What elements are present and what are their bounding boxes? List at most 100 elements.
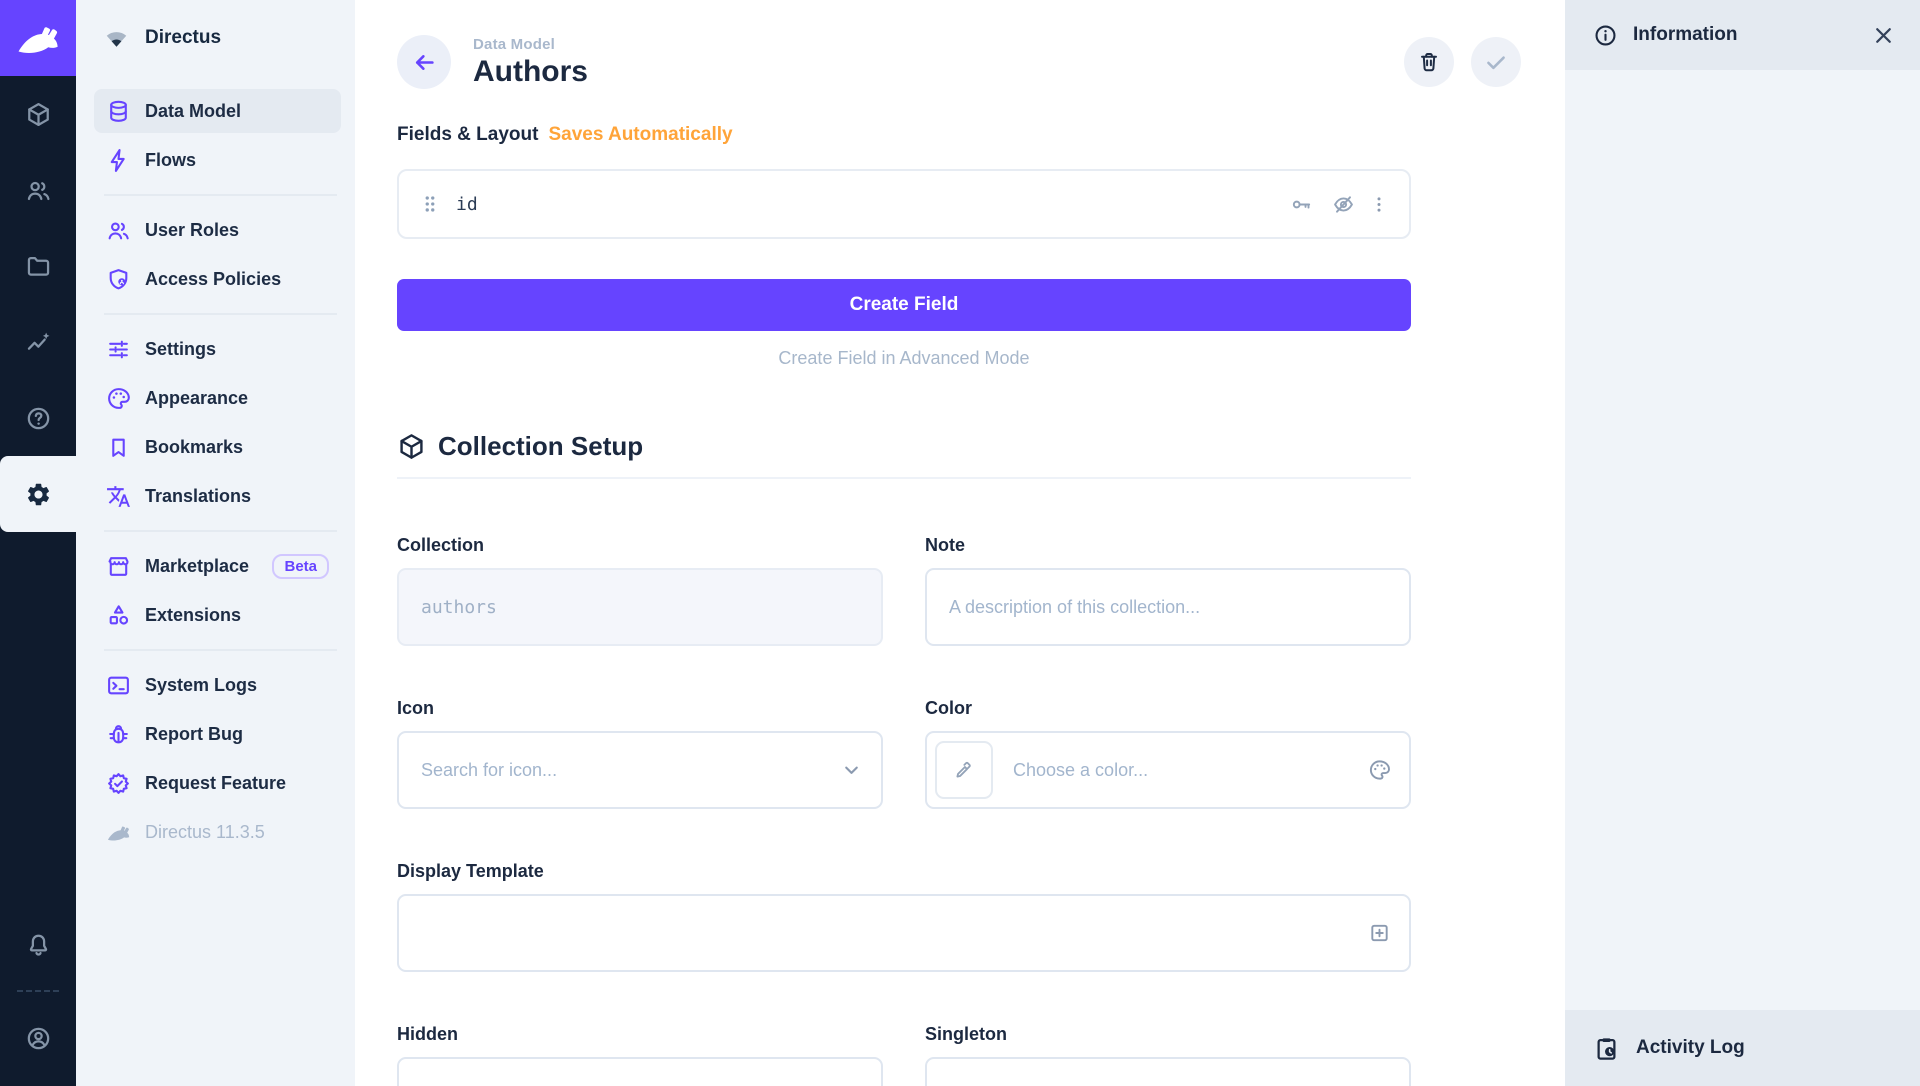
badge-check-icon [106, 771, 131, 796]
sidebar-item-label: Appearance [145, 388, 248, 409]
info-icon [1593, 23, 1618, 48]
collection-field: Collection [397, 535, 883, 646]
eye-off-icon[interactable] [1332, 193, 1355, 216]
sidebar-item-data-model[interactable]: Data Model [94, 89, 341, 133]
field-label: Color [925, 698, 1411, 719]
sidebar-item-access-policies[interactable]: Access Policies [94, 257, 341, 301]
sidebar-item-version[interactable]: Directus 11.3.5 [94, 810, 341, 854]
icon-field: Icon [397, 698, 883, 809]
icon-search-input[interactable] [397, 731, 883, 809]
sidebar-item-user-roles[interactable]: User Roles [94, 208, 341, 252]
sidebar-item-bookmarks[interactable]: Bookmarks [94, 425, 341, 469]
module-files[interactable] [0, 228, 76, 304]
version-label: Directus 11.3.5 [145, 822, 265, 843]
sidebar-item-marketplace[interactable]: Marketplace Beta [94, 544, 341, 588]
folder-icon [25, 253, 52, 280]
sidebar-item-translations[interactable]: Translations [94, 474, 341, 518]
sidebar-item-label: Report Bug [145, 724, 243, 745]
fields-layout-label: Fields & Layout [397, 124, 538, 145]
display-template-field: Display Template [397, 861, 1411, 972]
sidebar-item-label: Extensions [145, 605, 241, 626]
shield-user-icon [106, 267, 131, 292]
nav-divider [104, 649, 337, 651]
activity-log-button[interactable]: Activity Log [1565, 1010, 1920, 1086]
note-input[interactable] [925, 568, 1411, 646]
bell-icon [25, 931, 52, 958]
sidebar-item-flows[interactable]: Flows [94, 138, 341, 182]
eyedropper-button[interactable] [935, 741, 993, 799]
page-title: Authors [473, 55, 588, 89]
singleton-toggle[interactable] [925, 1057, 1411, 1086]
help-icon [25, 405, 52, 432]
nav-divider [104, 313, 337, 315]
drag-handle-icon[interactable] [419, 192, 441, 216]
rabbit-icon [106, 820, 131, 845]
eyedropper-icon [953, 759, 975, 781]
module-bar [0, 0, 76, 1086]
display-template-input[interactable] [397, 894, 1411, 972]
sidebar-item-label: User Roles [145, 220, 239, 241]
nav-list: Data Model Flows User Roles Access Polic… [76, 76, 355, 859]
collection-setup-heading: Collection Setup [397, 431, 1411, 479]
field-label: Collection [397, 535, 883, 556]
sidebar-item-request-feature[interactable]: Request Feature [94, 761, 341, 805]
user-menu-button[interactable] [0, 1000, 76, 1076]
delete-collection-button[interactable] [1404, 37, 1454, 87]
sidebar-item-label: Flows [145, 150, 196, 171]
hidden-toggle[interactable] [397, 1057, 883, 1086]
palette-icon [106, 386, 131, 411]
sidebar-item-settings[interactable]: Settings [94, 327, 341, 371]
field-label: Hidden [397, 1024, 883, 1045]
back-button[interactable] [397, 35, 451, 89]
database-icon [106, 99, 131, 124]
terminal-icon [106, 673, 131, 698]
notifications-button[interactable] [0, 906, 76, 982]
sidebar-item-report-bug[interactable]: Report Bug [94, 712, 341, 756]
sidebar-item-label: Access Policies [145, 269, 281, 290]
users-icon [106, 218, 131, 243]
kebab-menu-icon[interactable] [1369, 193, 1389, 216]
bolt-icon [106, 148, 131, 173]
module-content[interactable] [0, 76, 76, 152]
beta-badge: Beta [272, 554, 329, 579]
info-panel-title: Information [1633, 24, 1738, 46]
module-settings[interactable] [0, 456, 76, 532]
field-label: Note [925, 535, 1411, 556]
project-header[interactable]: Directus [76, 0, 355, 76]
clipboard-clock-icon [1593, 1035, 1620, 1062]
info-panel-body [1565, 70, 1920, 1010]
sidebar-item-appearance[interactable]: Appearance [94, 376, 341, 420]
latency-signal-icon [103, 26, 130, 51]
field-label: Icon [397, 698, 883, 719]
sidebar-item-label: Settings [145, 339, 216, 360]
create-field-button[interactable]: Create Field [397, 279, 1411, 331]
module-insights[interactable] [0, 304, 76, 380]
module-users[interactable] [0, 152, 76, 228]
collection-name-input [397, 568, 883, 646]
chevron-down-icon[interactable] [840, 759, 863, 782]
trash-icon [1417, 50, 1441, 74]
translate-icon [106, 484, 131, 509]
sidebar-item-extensions[interactable]: Extensions [94, 593, 341, 637]
sidebar-item-system-logs[interactable]: System Logs [94, 663, 341, 707]
field-label: Display Template [397, 861, 1411, 882]
main-content: Data Model Authors Fields & LayoutSaves … [355, 0, 1565, 1086]
save-button[interactable] [1471, 37, 1521, 87]
info-sidebar: Information Activity Log [1565, 0, 1920, 1086]
page-header: Data Model Authors [355, 0, 1565, 124]
collection-setup-form: Collection Note Icon [397, 535, 1411, 1086]
plus-box-icon[interactable] [1368, 922, 1391, 945]
sidebar-item-label: Translations [145, 486, 251, 507]
directus-logo[interactable] [0, 0, 76, 76]
color-input[interactable] [925, 731, 1411, 809]
field-row-id[interactable]: id [397, 169, 1411, 239]
module-help[interactable] [0, 380, 76, 456]
insights-icon [25, 329, 52, 356]
palette-icon[interactable] [1368, 759, 1391, 782]
note-field: Note [925, 535, 1411, 646]
close-icon[interactable] [1871, 23, 1896, 48]
field-name: id [456, 194, 478, 215]
module-bar-divider [17, 990, 59, 992]
shapes-icon [106, 603, 131, 628]
create-field-advanced-link[interactable]: Create Field in Advanced Mode [397, 348, 1411, 369]
